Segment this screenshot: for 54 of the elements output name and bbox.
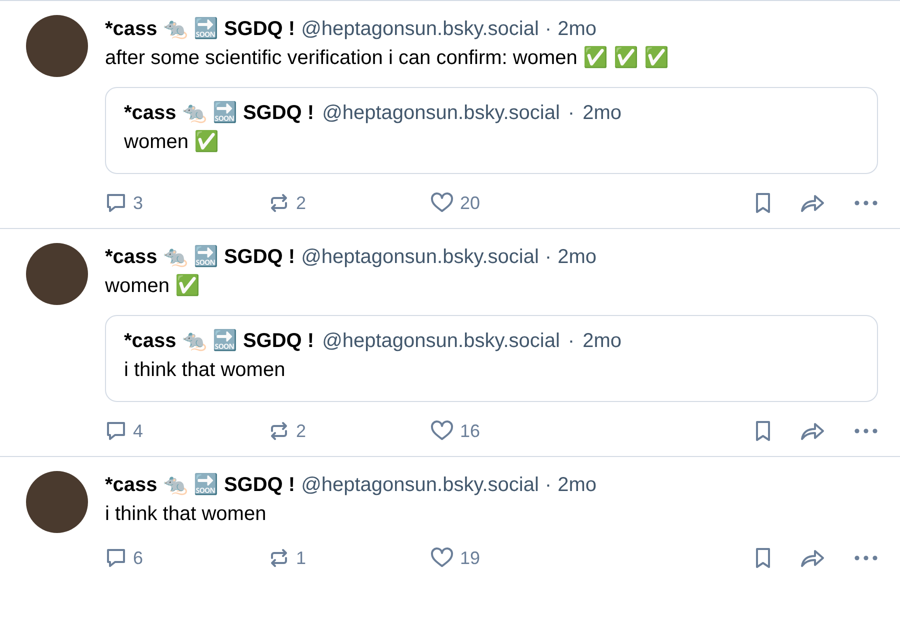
separator-dot: ·	[544, 473, 552, 498]
like-button[interactable]: 16	[430, 420, 480, 442]
repost-button[interactable]: 2	[268, 192, 430, 214]
display-name[interactable]: *cass 🐀 🔜 SGDQ !	[105, 15, 296, 43]
display-name[interactable]: *cass 🐀 🔜 SGDQ !	[124, 99, 314, 127]
repost-button[interactable]: 2	[268, 420, 430, 442]
repost-icon	[268, 547, 290, 569]
reply-button[interactable]: 6	[105, 547, 268, 569]
bookmark-icon[interactable]	[754, 547, 772, 569]
bookmark-icon[interactable]	[754, 420, 772, 442]
reply-icon	[105, 547, 127, 569]
reply-button[interactable]: 3	[105, 192, 268, 214]
handle[interactable]: @heptagonsun.bsky.social	[301, 15, 539, 43]
repost-icon	[268, 420, 290, 442]
handle[interactable]: @heptagonsun.bsky.social	[301, 471, 539, 499]
share-icon[interactable]	[800, 420, 826, 442]
bookmark-icon[interactable]	[754, 192, 772, 214]
repost-icon	[268, 192, 290, 214]
handle[interactable]: @heptagonsun.bsky.social	[301, 243, 539, 271]
quoted-post[interactable]: *cass 🐀 🔜 SGDQ ! @heptagonsun.bsky.social · 2mo i think that women	[105, 315, 878, 402]
reply-icon	[105, 192, 127, 214]
handle[interactable]: @heptagonsun.bsky.social	[322, 327, 560, 355]
timestamp[interactable]: 2mo	[558, 471, 596, 499]
post-text: i think that women	[124, 358, 286, 383]
heart-icon	[430, 547, 454, 569]
separator-dot: ·	[544, 17, 552, 42]
display-name[interactable]: *cass 🐀 🔜 SGDQ !	[124, 327, 314, 355]
display-name[interactable]: *cass 🐀 🔜 SGDQ !	[105, 471, 296, 499]
share-icon[interactable]	[800, 547, 826, 569]
heart-icon	[430, 420, 454, 442]
more-icon[interactable]	[854, 200, 878, 206]
reply-button[interactable]: 4	[105, 420, 268, 442]
display-name[interactable]: *cass 🐀 🔜 SGDQ !	[105, 243, 296, 271]
quoted-post[interactable]: *cass 🐀 🔜 SGDQ ! @heptagonsun.bsky.social · 2mo women ✅	[105, 87, 878, 174]
like-button[interactable]: 20	[430, 192, 480, 214]
post-text: women ✅	[105, 273, 202, 299]
separator-dot: ·	[568, 101, 575, 126]
more-icon[interactable]	[854, 555, 878, 561]
separator-dot: ·	[544, 245, 552, 270]
timestamp[interactable]: 2mo	[558, 15, 596, 43]
timestamp[interactable]: 2mo	[582, 99, 622, 127]
post-text: i think that women	[105, 502, 268, 527]
post-text: women ✅	[124, 129, 220, 155]
timestamp[interactable]: 2mo	[582, 327, 622, 355]
handle[interactable]: @heptagonsun.bsky.social	[322, 99, 560, 127]
more-icon[interactable]	[854, 428, 878, 434]
like-button[interactable]: 19	[430, 547, 480, 569]
heart-icon	[430, 192, 454, 214]
post-text: after some scientific verification i can confirm: women ✅ ✅ ✅	[105, 45, 670, 71]
timestamp[interactable]: 2mo	[558, 243, 596, 271]
reply-icon	[105, 420, 127, 442]
share-icon[interactable]	[800, 192, 826, 214]
separator-dot: ·	[568, 329, 575, 354]
repost-button[interactable]: 1	[268, 547, 430, 569]
